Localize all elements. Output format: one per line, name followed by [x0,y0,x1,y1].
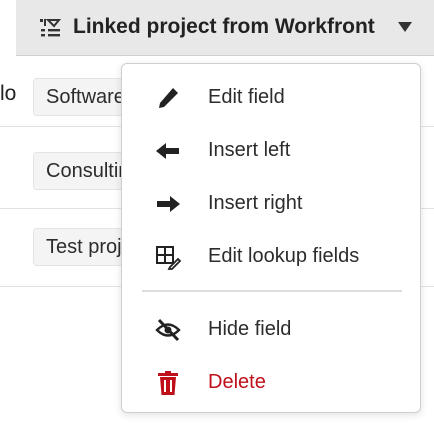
arrow-left-icon [156,143,179,159]
arrow-right-icon [157,196,180,212]
eye-hidden-icon [155,318,181,342]
column-context-menu: Edit field Insert left Insert right Edit… [121,63,421,413]
caret-down-icon[interactable] [398,22,412,32]
lookup-edit-icon [156,246,182,270]
left-cell-text: lo [0,82,17,105]
menu-item-edit-lookup-fields[interactable]: Edit lookup fields [122,233,420,279]
menu-item-hide-field[interactable]: Hide field [122,306,420,352]
lookup-field-icon [40,19,62,37]
pencil-icon [159,88,178,108]
menu-divider [142,290,402,292]
menu-item-edit-field[interactable]: Edit field [122,74,420,120]
column-header[interactable]: Linked project from Workfront [16,0,434,56]
menu-item-insert-right[interactable]: Insert right [122,180,420,226]
menu-item-insert-left[interactable]: Insert left [122,127,420,173]
trash-icon [158,371,178,395]
column-title: Linked project from Workfront [73,15,375,38]
menu-item-delete[interactable]: Delete [122,359,420,405]
